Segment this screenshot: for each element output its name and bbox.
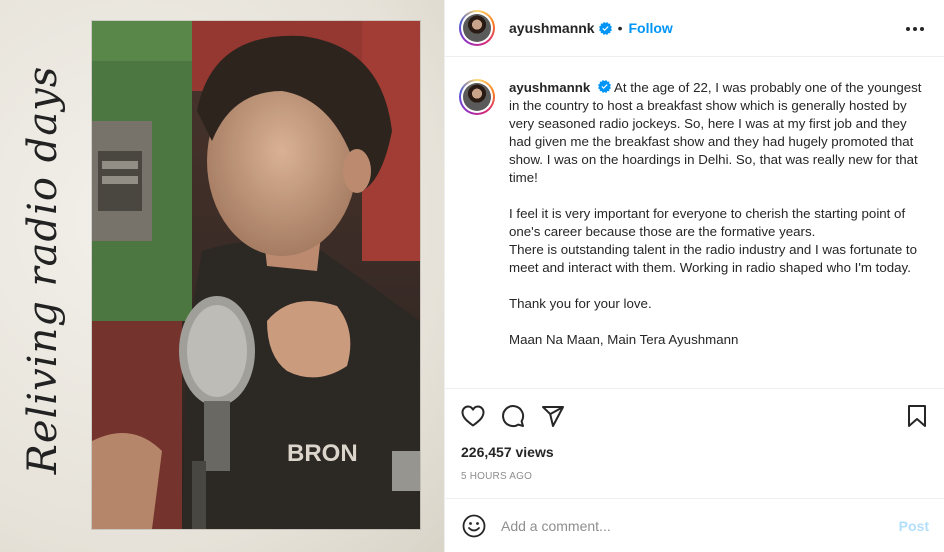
verified-icon bbox=[598, 21, 612, 35]
caption-username[interactable]: ayushmannk bbox=[509, 80, 590, 95]
post-media[interactable]: BRON Reliving radio days bbox=[0, 0, 444, 552]
caption-paragraph-2b: There is outstanding talent in the radio… bbox=[509, 242, 918, 275]
heart-icon[interactable] bbox=[459, 402, 487, 430]
caption-paragraph-4: Maan Na Maan, Main Tera Ayushmann bbox=[509, 332, 739, 347]
header-username[interactable]: ayushmannk bbox=[509, 20, 595, 36]
post-timestamp[interactable]: 5 HOURS AGO bbox=[461, 471, 532, 482]
verified-icon bbox=[598, 80, 611, 93]
share-icon[interactable] bbox=[539, 402, 567, 430]
comment-icon[interactable] bbox=[499, 402, 527, 430]
more-icon[interactable] bbox=[903, 17, 927, 41]
caption-paragraph-2a: I feel it is very important for everyone… bbox=[509, 206, 906, 239]
post-button[interactable]: Post bbox=[899, 518, 929, 534]
comment-input[interactable] bbox=[501, 517, 899, 534]
emoji-icon[interactable] bbox=[461, 513, 487, 539]
post-photo: BRON bbox=[92, 21, 420, 529]
separator-dot: • bbox=[617, 20, 623, 36]
caption-area: ayushmannk At the age of 22, I was proba… bbox=[445, 57, 944, 388]
follow-button[interactable]: Follow bbox=[629, 20, 673, 36]
caption-text: ayushmannk At the age of 22, I was proba… bbox=[509, 79, 929, 388]
post-side-panel: ayushmannk • Follow ayushmannk At the ag… bbox=[444, 0, 944, 552]
avatar[interactable] bbox=[459, 10, 495, 46]
avatar-image bbox=[463, 83, 491, 111]
script-caption: Reliving radio days bbox=[20, 65, 66, 475]
avatar-image bbox=[463, 14, 491, 42]
comment-bar: Post bbox=[445, 498, 944, 552]
caption-avatar[interactable] bbox=[459, 79, 495, 115]
bookmark-icon[interactable] bbox=[903, 402, 931, 430]
caption-paragraph-1: At the age of 22, I was probably one of … bbox=[509, 80, 922, 185]
view-count[interactable]: 226,457 views bbox=[461, 444, 554, 460]
action-bar bbox=[445, 388, 944, 442]
caption-paragraph-3: Thank you for your love. bbox=[509, 296, 652, 311]
post-header: ayushmannk • Follow bbox=[445, 0, 944, 57]
